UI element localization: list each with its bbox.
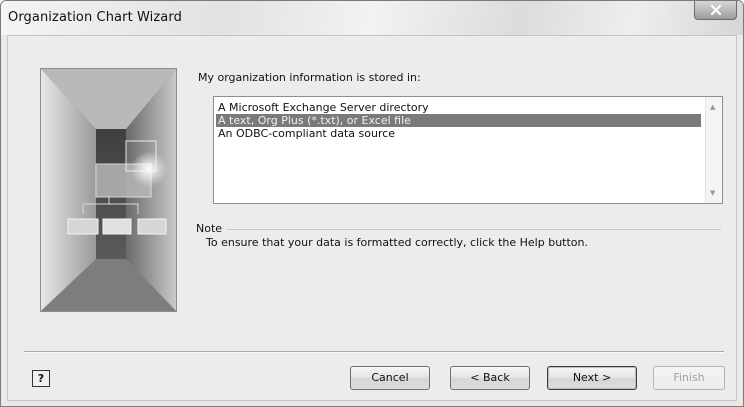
source-prompt-label: My organization information is stored in… [198,71,421,84]
help-icon: ? [37,372,45,385]
close-icon [710,5,721,15]
list-item-selected[interactable]: A text, Org Plus (*.txt), or Excel file [216,114,701,127]
organization-chart-wizard-dialog: Organization Chart Wizard My organizatio… [0,0,744,407]
scroll-up-icon[interactable]: ▲ [710,103,715,111]
scroll-down-icon[interactable]: ▼ [710,189,715,197]
org-chart-illustration-icon [41,69,176,311]
note-divider [227,229,721,230]
wizard-illustration [40,68,177,312]
dialog-client-area: My organization information is stored in… [7,35,737,401]
list-item[interactable]: An ODBC-compliant data source [216,127,395,140]
listbox-scrollbar[interactable]: ▲ ▼ [705,97,722,203]
finish-button[interactable]: Finish [653,366,725,390]
note-text: To ensure that your data is formatted co… [206,236,588,249]
close-button[interactable] [694,1,737,20]
window-title: Organization Chart Wizard [8,10,182,25]
data-source-listbox[interactable]: A Microsoft Exchange Server directory A … [213,96,723,204]
list-item[interactable]: A Microsoft Exchange Server directory [216,101,429,114]
next-button[interactable]: Next > [547,366,637,390]
note-heading: Note [196,222,223,235]
button-row-separator [24,351,724,353]
cancel-button[interactable]: Cancel [350,366,430,390]
help-button[interactable]: ? [32,370,50,387]
back-button[interactable]: < Back [450,366,530,390]
title-bar[interactable]: Organization Chart Wizard [1,1,743,35]
